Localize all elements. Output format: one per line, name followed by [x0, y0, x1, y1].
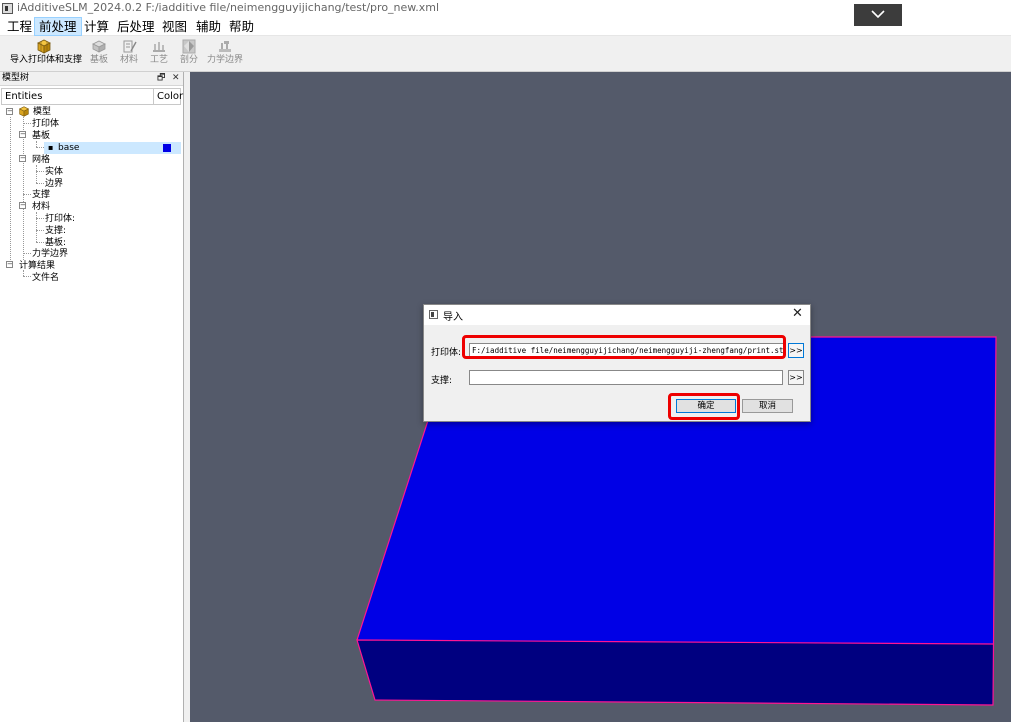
expand-toggle-model[interactable]: −	[6, 108, 13, 115]
support-label: 支撑:	[431, 376, 453, 386]
tree-item-material-print[interactable]: 打印体:	[45, 213, 75, 225]
model-tree: − 模型 打印体 − 基板 ▪ base − 网格 实体 边界 支撑 − 材料 …	[0, 106, 182, 606]
import-parts-icon	[37, 39, 51, 54]
print-body-label: 打印体:	[431, 348, 462, 358]
process-button[interactable]: 工艺	[148, 39, 170, 66]
material-label: 材料	[119, 55, 138, 65]
mesh-icon	[182, 39, 196, 54]
base-color-swatch[interactable]	[163, 144, 171, 152]
part-icon: ▪	[48, 143, 54, 152]
print-body-browse-button[interactable]: >>	[788, 343, 804, 358]
material-icon	[123, 40, 137, 53]
plate-front-face	[357, 640, 993, 705]
import-parts-label: 导入打印体和支撑	[10, 55, 83, 65]
tree-item-support[interactable]: 支撑	[32, 189, 50, 201]
column-entities[interactable]: Entities	[1, 88, 154, 105]
menu-compute[interactable]: 计算	[80, 17, 113, 36]
model-icon	[18, 106, 30, 117]
process-label: 工艺	[149, 55, 168, 65]
tree-item-material-support[interactable]: 支撑:	[45, 225, 66, 237]
mechanical-boundary-icon	[219, 41, 231, 52]
dialog-app-icon	[429, 310, 438, 319]
menu-postprocess[interactable]: 后处理	[113, 17, 159, 36]
ok-button[interactable]: 确定	[676, 399, 736, 413]
tree-item-baseplate[interactable]: 基板	[32, 130, 50, 142]
tree-item-results[interactable]: 计算结果	[19, 260, 55, 272]
tree-item-print-body[interactable]: 打印体	[32, 118, 59, 130]
process-icon	[153, 42, 165, 52]
baseplate-button[interactable]: 基板	[88, 39, 110, 66]
cancel-button[interactable]: 取消	[742, 399, 793, 413]
dialog-close-icon[interactable]: ✕	[792, 306, 803, 321]
import-dialog: 导入 ✕ 打印体: F:/iadditive file/neimengguyij…	[423, 304, 811, 422]
model-tree-header: 模型树 🗗 ✕	[0, 72, 183, 86]
tree-item-base: base	[58, 143, 80, 153]
menu-view[interactable]: 视图	[158, 17, 191, 36]
tree-item-model[interactable]: 模型	[33, 106, 51, 118]
menu-assist[interactable]: 辅助	[192, 17, 225, 36]
window-title: iAdditiveSLM_2024.0.2 F:/iadditive file/…	[17, 1, 440, 14]
model-tree-panel: 模型树 🗗 ✕ Entities Color − 模型 打印体 − 基板 ▪ b…	[0, 72, 184, 722]
tree-item-filename[interactable]: 文件名	[32, 272, 59, 284]
column-color[interactable]: Color	[153, 88, 183, 105]
menu-preprocess[interactable]: 前处理	[34, 17, 82, 36]
expand-toggle-material[interactable]: −	[19, 202, 26, 209]
chevron-down-icon	[871, 10, 885, 19]
tree-item-base-row[interactable]: ▪ base	[44, 142, 181, 154]
mesh-button[interactable]: 剖分	[178, 39, 200, 66]
tree-item-mechanical-boundary[interactable]: 力学边界	[32, 248, 68, 260]
dialog-title: 导入	[443, 312, 463, 323]
baseplate-icon	[92, 40, 106, 53]
title-bar: iAdditiveSLM_2024.0.2 F:/iadditive file/…	[0, 0, 1011, 26]
baseplate-label: 基板	[89, 55, 108, 65]
mechanical-boundary-button[interactable]: 力学边界	[207, 39, 243, 66]
app-icon	[2, 3, 13, 14]
expand-toggle-baseplate[interactable]: −	[19, 131, 26, 138]
material-button[interactable]: 材料	[118, 39, 140, 66]
expand-toggle-mesh[interactable]: −	[19, 155, 26, 162]
close-panel-icon[interactable]: ✕	[172, 72, 180, 85]
tree-item-solid[interactable]: 实体	[45, 166, 63, 178]
collapse-ribbon-button[interactable]	[854, 4, 902, 26]
menu-project[interactable]: 工程	[3, 17, 36, 36]
expand-toggle-results[interactable]: −	[6, 261, 13, 268]
model-tree-title: 模型树	[2, 73, 30, 83]
dialog-title-bar: 导入 ✕	[424, 305, 810, 325]
support-browse-button[interactable]: >>	[788, 370, 804, 385]
tree-item-material[interactable]: 材料	[32, 201, 50, 213]
tree-item-mesh[interactable]: 网格	[32, 154, 50, 166]
mechanical-boundary-label: 力学边界	[207, 55, 244, 65]
support-path-field[interactable]	[469, 370, 783, 385]
mesh-label: 剖分	[179, 55, 198, 65]
ribbon-toolbar: 导入打印体和支撑 基板 材料 工艺 剖分 力学边界	[0, 36, 1011, 72]
import-parts-button[interactable]: 导入打印体和支撑	[10, 39, 83, 66]
print-body-path-field[interactable]: F:/iadditive file/neimengguyijichang/nei…	[469, 343, 785, 358]
float-panel-icon[interactable]: 🗗	[157, 72, 165, 85]
menu-help[interactable]: 帮助	[225, 17, 258, 36]
